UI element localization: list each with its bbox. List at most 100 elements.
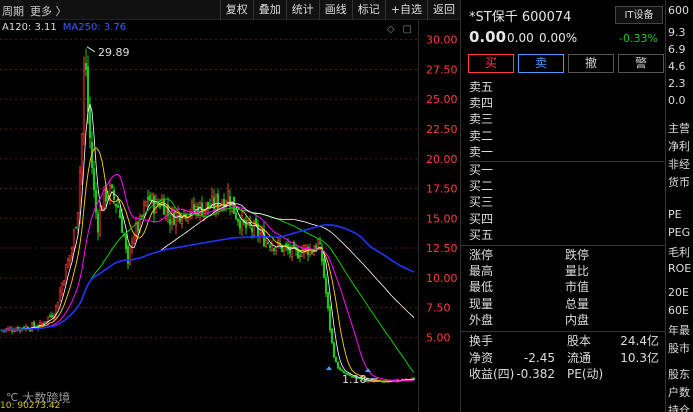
candle-body: [274, 247, 278, 251]
candle-body: [334, 356, 338, 363]
back-button[interactable]: 返回: [427, 0, 460, 20]
candle-body: [120, 215, 124, 233]
limit-up-label: 涨停: [469, 248, 494, 262]
candle-body: [298, 255, 302, 257]
strip-text: 6.9: [668, 43, 686, 56]
sell-button[interactable]: 卖: [518, 54, 564, 73]
stats-divider: [461, 245, 666, 246]
candle-body: [148, 195, 152, 201]
ask-level-1: 卖一: [469, 144, 494, 159]
candle-body: [270, 245, 274, 251]
candle-body: [132, 236, 136, 244]
y-tick-label: 22.50: [426, 123, 458, 136]
candle-body: [262, 228, 266, 247]
eps-label: 收益(四): [469, 367, 515, 381]
candle-body: [266, 242, 270, 244]
cancel-order-button[interactable]: 撤: [568, 54, 614, 73]
candle-body: [174, 212, 178, 227]
candle-body: [56, 302, 60, 309]
candle-body: [252, 222, 256, 236]
candle-body: [328, 306, 332, 331]
volume-value: 10: 90273.42: [0, 401, 61, 411]
overlay-button[interactable]: 叠加: [252, 0, 286, 20]
candle-body: [340, 369, 344, 372]
trade-actions: 买 卖 撤 警: [468, 54, 664, 73]
candle-body: [142, 204, 146, 215]
sector-change-pct: -0.33%: [619, 32, 658, 45]
event-marker-icon: [365, 368, 371, 372]
candle-body: [330, 328, 334, 343]
strip-text: 年最: [668, 324, 690, 337]
candle-body: [196, 206, 200, 216]
candle-body: [236, 218, 240, 222]
bid-level-1: 买一: [469, 162, 494, 177]
mark-button[interactable]: 标记: [351, 0, 385, 20]
inner-volume-label: 内盘: [565, 312, 590, 327]
candle-body: [238, 220, 242, 229]
fundamentals-row: 换手 股本 24.4亿: [469, 333, 659, 350]
add-watchlist-button[interactable]: +自选: [384, 0, 427, 20]
sector-tag[interactable]: IT设备: [615, 6, 663, 24]
outer-volume-label: 外盘: [469, 312, 494, 327]
y-tick-label: 15.00: [426, 212, 458, 225]
candle-body: [32, 321, 36, 327]
restore-rights-button[interactable]: 复权: [219, 0, 253, 20]
candle-body: [134, 222, 138, 237]
fundamentals-divider: [461, 331, 666, 332]
candle-body: [80, 133, 84, 174]
float-shares-value: 10.3亿: [620, 350, 659, 365]
candle-body: [40, 322, 44, 325]
candle-body: [124, 235, 128, 250]
fundamentals-row: 收益(四) -0.382 PE(动): [469, 366, 659, 383]
peak-label: 29.89: [98, 46, 130, 59]
candle-body: [128, 247, 132, 265]
candle-body: [168, 219, 172, 225]
candle-body: [96, 213, 100, 233]
candle-body: [70, 248, 74, 254]
candle-body: [226, 191, 230, 204]
price-change-pct: 0.00%: [539, 31, 578, 45]
price-chart[interactable]: 30.00 27.50 25.00 22.50 20.00 17.50 15.00 12.50…: [0, 20, 460, 412]
statistics-button[interactable]: 统计: [285, 0, 319, 20]
y-tick-label: 20.00: [426, 153, 458, 166]
strip-text: 主营: [668, 122, 690, 135]
bid-level-3: 买三: [469, 195, 494, 210]
ma250-line: [1, 223, 415, 331]
strip-text: 持仓: [668, 404, 690, 412]
candle-body: [180, 219, 184, 224]
more-menu[interactable]: 更多 〉: [30, 3, 67, 19]
candle-body: [110, 184, 114, 189]
buy-button[interactable]: 买: [468, 54, 514, 73]
candle-body: [240, 215, 244, 231]
candle-body: [332, 342, 336, 358]
candle-body: [146, 197, 150, 200]
period-menu[interactable]: 周期: [2, 3, 24, 19]
kline-chart-area[interactable]: 周期 更多 〉 复权 叠加 统计 画线 标记 +自选 返回 A120: 3.11…: [0, 0, 460, 412]
fundamentals: 换手 股本 24.4亿 净资 -2.45 流通 10.3亿 收益(四) -0.3…: [469, 333, 659, 383]
candle-body: [310, 251, 314, 254]
net-assets-label: 净资: [469, 350, 494, 365]
ask-level-3: 卖三: [469, 112, 494, 127]
bid-level-5: 买五: [469, 227, 494, 242]
limit-down-label: 跌停: [565, 248, 590, 262]
quote-panel: *ST保千 600074 IT设备 0.00 0.00 0.00% -0.33%…: [460, 0, 666, 412]
candle-body: [318, 242, 322, 245]
share-capital-label: 股本: [567, 334, 592, 348]
draw-line-button[interactable]: 画线: [318, 0, 352, 20]
candle-body: [68, 254, 72, 261]
turnover-label: 换手: [469, 334, 494, 348]
side-info-strip: 600 9.3 6.9 4.6 2.3 0.0 主营 净利 非经 货币 PE P…: [665, 0, 693, 412]
alert-button[interactable]: 警: [618, 54, 664, 73]
y-tick-label: 25.00: [426, 93, 458, 106]
eps-value: -0.382: [516, 367, 555, 381]
strip-text: 股市: [668, 342, 690, 355]
candle-body: [62, 280, 66, 285]
high-label: 最高: [469, 264, 494, 279]
strip-text: 60E: [668, 304, 689, 317]
candle-body: [314, 245, 318, 250]
ma5-line: [1, 103, 415, 382]
volume-ratio-label: 量比: [565, 264, 590, 279]
low-label: 1.18: [342, 373, 367, 386]
bid-level-2: 买二: [469, 179, 494, 194]
ma120-line: [1, 203, 415, 331]
